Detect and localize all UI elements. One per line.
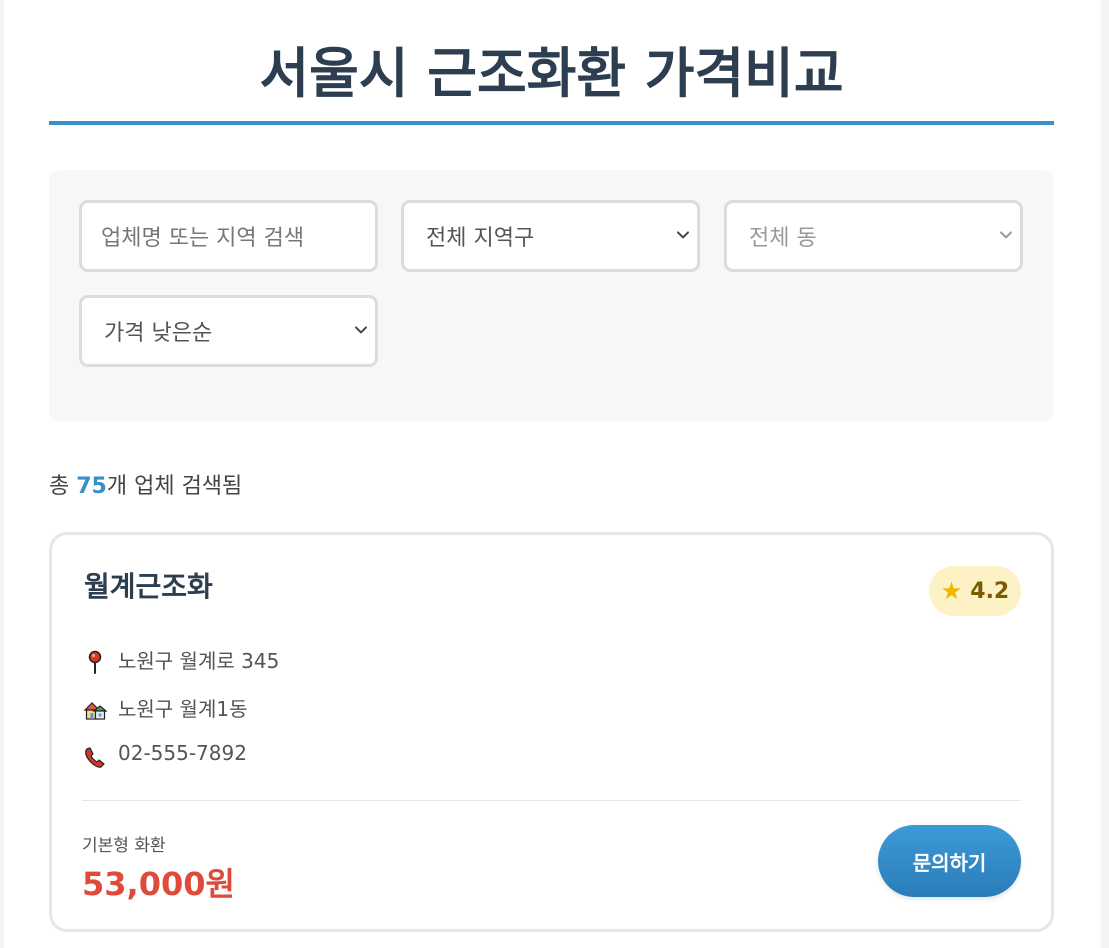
district-select-value: 전체 지역구: [426, 226, 535, 251]
price-value: 53,000원: [82, 865, 235, 903]
page-title: 서울시 근조화환 가격비교: [259, 42, 844, 105]
dong-select[interactable]: 전체 동: [724, 200, 1023, 272]
vendor-card: 월계근조화 ★ 4.2 노원구 월계로 345 노원구 월계1동 02-555-…: [49, 532, 1054, 932]
chevron-down-icon: [677, 231, 689, 239]
result-count: 총 75개 업체 검색됨: [49, 468, 242, 500]
chevron-down-icon: [355, 326, 367, 334]
result-count-suffix: 개 업체 검색됨: [106, 474, 243, 499]
rating-badge: ★ 4.2: [929, 566, 1021, 616]
map-pin-icon: [88, 650, 102, 674]
phone-text: 02-555-7892: [118, 741, 247, 765]
title-underline: [49, 121, 1054, 125]
address-text: 노원구 월계로 345: [118, 649, 280, 673]
vendor-name: 월계근조화: [84, 570, 213, 603]
area-text: 노원구 월계1동: [118, 697, 248, 721]
search-input-placeholder: 업체명 또는 지역 검색: [101, 226, 305, 251]
house-icon: [83, 702, 108, 720]
rating-value: 4.2: [970, 578, 1010, 604]
result-count-number: 75: [76, 474, 107, 499]
result-count-prefix: 총: [49, 474, 77, 499]
page: 서울시 근조화환 가격비교 업체명 또는 지역 검색 전체 지역구 전체 동 가…: [4, 0, 1101, 948]
price-label: 기본형 화환: [82, 836, 166, 856]
card-divider: [82, 800, 1021, 801]
sort-select[interactable]: 가격 낮은순: [79, 295, 378, 367]
sort-select-value: 가격 낮은순: [104, 321, 213, 346]
phone-icon: [85, 747, 105, 768]
district-select[interactable]: 전체 지역구: [401, 200, 700, 272]
chevron-down-icon: [1000, 231, 1012, 239]
search-input[interactable]: 업체명 또는 지역 검색: [79, 200, 378, 272]
dong-select-value: 전체 동: [749, 226, 817, 251]
filter-panel: 업체명 또는 지역 검색 전체 지역구 전체 동 가격 낮은순: [49, 170, 1054, 421]
star-icon: ★: [940, 577, 963, 605]
inquiry-button[interactable]: 문의하기: [878, 825, 1021, 897]
